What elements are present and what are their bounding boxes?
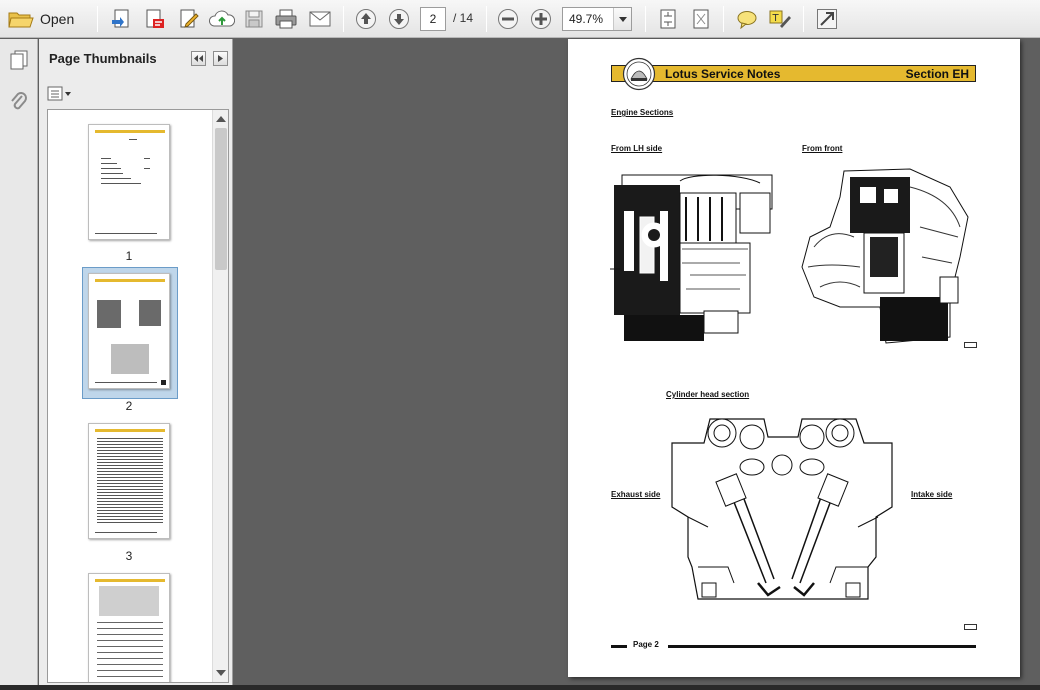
double-left-arrow-icon xyxy=(194,55,203,62)
toolbar: Open 2 / 14 49.7% T xyxy=(0,0,1040,38)
zoom-out-button[interactable] xyxy=(495,5,521,33)
zoom-value: 49.7% xyxy=(569,12,604,26)
upload-button[interactable] xyxy=(208,5,236,33)
expand-page-icon xyxy=(693,9,709,29)
cylinder-head-drawing xyxy=(671,418,893,600)
next-page-button[interactable] xyxy=(386,5,412,33)
page-footer: Page 2 xyxy=(633,640,659,649)
pages-icon xyxy=(10,50,28,70)
email-button[interactable] xyxy=(306,5,334,33)
highlight-text-button[interactable]: T xyxy=(766,5,794,33)
envelope-icon xyxy=(309,11,331,27)
zoom-select[interactable]: 49.7% xyxy=(562,7,632,31)
thumbnail-page-1[interactable] xyxy=(88,124,170,240)
open-label: Open xyxy=(40,11,75,27)
scrollbar-thumb[interactable] xyxy=(215,128,227,270)
create-document-icon xyxy=(112,9,129,28)
header-title: Lotus Service Notes xyxy=(665,67,781,81)
document-viewer[interactable]: Lotus Service Notes Section EH Engine Se… xyxy=(234,39,1040,685)
header-section: Section EH xyxy=(905,67,969,81)
arrow-up-icon xyxy=(356,9,376,29)
pdf-file-icon xyxy=(146,9,164,28)
thumbnails-scrollbar[interactable] xyxy=(212,110,228,682)
front-view-label: From front xyxy=(802,144,843,153)
svg-text:T: T xyxy=(772,13,780,24)
cloud-upload-icon xyxy=(209,10,235,27)
previous-page-button[interactable] xyxy=(353,5,379,33)
folder-icon xyxy=(8,12,34,28)
intake-side-label: Intake side xyxy=(911,490,953,499)
fit-page-icon xyxy=(660,9,676,29)
zoom-out-icon xyxy=(498,9,518,29)
right-arrow-icon xyxy=(218,55,223,62)
highlighter-icon: T xyxy=(769,10,791,28)
expand-arrow-icon xyxy=(817,9,837,29)
save-button[interactable] xyxy=(242,5,266,33)
edit-pdf-button[interactable] xyxy=(176,5,202,33)
zoom-in-button[interactable] xyxy=(528,5,554,33)
scroll-down-arrow-icon[interactable] xyxy=(216,670,226,676)
thumbnail-label-1: 1 xyxy=(125,249,133,263)
engine-sections-heading: Engine Sections xyxy=(611,108,674,117)
save-icon xyxy=(245,10,263,28)
comment-bubble-icon xyxy=(737,11,757,29)
exhaust-side-label: Exhaust side xyxy=(611,490,661,499)
full-screen-page-button[interactable] xyxy=(688,5,714,33)
options-menu-icon xyxy=(47,86,71,101)
paperclip-icon xyxy=(11,92,27,110)
expand-panel-button[interactable] xyxy=(213,51,228,66)
footer-rule-left xyxy=(611,645,627,648)
page-header-band: Lotus Service Notes Section EH xyxy=(611,65,976,82)
arrow-down-icon xyxy=(389,9,409,29)
engine-lh-side-drawing xyxy=(610,174,773,341)
reference-tag-1 xyxy=(964,342,977,348)
lh-side-label: From LH side xyxy=(611,144,663,153)
thumbnail-label-3: 3 xyxy=(125,549,133,563)
thumbnails-list[interactable]: 1 2 3 xyxy=(47,109,229,683)
engine-front-view-drawing xyxy=(801,168,969,344)
open-button[interactable]: Open xyxy=(8,5,74,33)
page-thumbnails-toggle[interactable] xyxy=(7,47,31,73)
footer-rule-right xyxy=(668,645,976,648)
scroll-up-arrow-icon[interactable] xyxy=(216,116,226,122)
attachments-toggle[interactable] xyxy=(7,89,31,115)
print-button[interactable] xyxy=(272,5,300,33)
edit-document-icon xyxy=(180,9,199,28)
panel-title: Page Thumbnails xyxy=(49,51,157,66)
page-total: / 14 xyxy=(453,11,474,25)
thumbnail-page-4[interactable] xyxy=(88,573,170,682)
cylinder-head-label: Cylinder head section xyxy=(666,390,750,399)
navigation-strip xyxy=(0,39,38,685)
chevron-down-icon[interactable] xyxy=(613,8,631,30)
expand-view-button[interactable] xyxy=(814,5,840,33)
printer-icon xyxy=(275,9,297,29)
thumbnail-label-2: 2 xyxy=(125,399,133,413)
reference-tag-2 xyxy=(964,624,977,630)
comment-button[interactable] xyxy=(734,5,760,33)
thumbnail-page-2[interactable] xyxy=(88,273,170,389)
bottom-edge xyxy=(0,685,1040,690)
fit-page-button[interactable] xyxy=(655,5,681,33)
thumbnail-options-button[interactable] xyxy=(47,85,73,103)
lotus-logo-icon xyxy=(622,57,656,91)
thumbnails-panel: Page Thumbnails 1 2 3 xyxy=(39,39,233,685)
export-pdf-button[interactable] xyxy=(142,5,168,33)
thumbnail-page-3[interactable] xyxy=(88,423,170,539)
collapse-panel-button[interactable] xyxy=(191,51,206,66)
page-number-input[interactable] xyxy=(420,7,446,31)
zoom-in-icon xyxy=(531,9,551,29)
document-page: Lotus Service Notes Section EH Engine Se… xyxy=(568,39,1020,677)
create-pdf-button[interactable] xyxy=(108,5,134,33)
